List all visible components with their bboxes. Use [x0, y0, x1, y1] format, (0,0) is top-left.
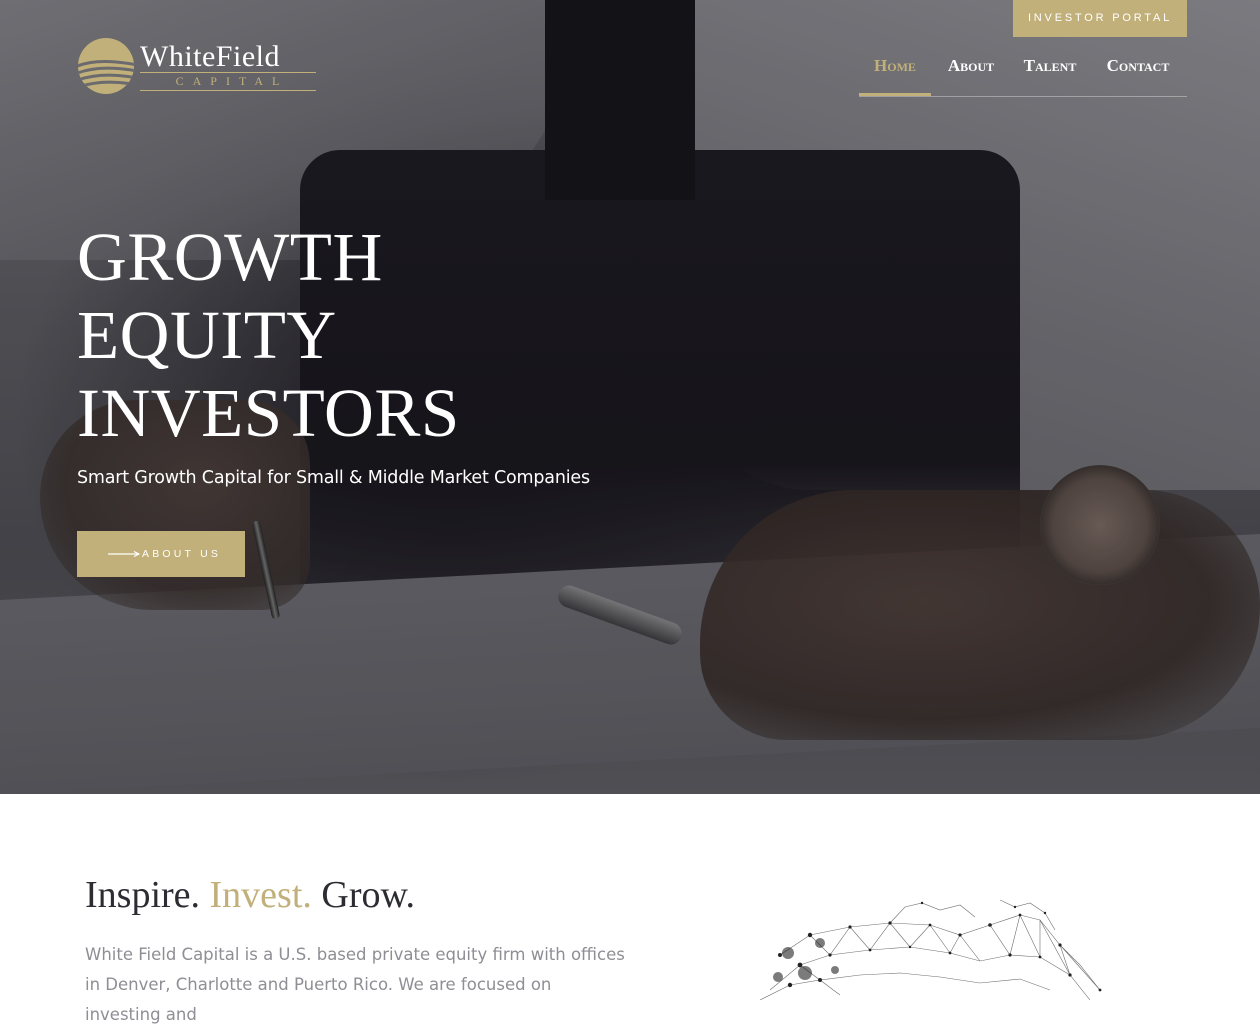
tagline-invest: Invest. — [209, 874, 312, 916]
hero-title-line: EQUITY — [77, 297, 337, 373]
tagline-grow: Grow. — [321, 874, 415, 916]
network-globe-graphic — [759, 899, 1102, 1000]
nav-item-contact[interactable]: Contact — [1103, 52, 1173, 96]
arrow-right-icon — [108, 551, 140, 557]
nav-item-home[interactable]: Home — [859, 52, 931, 96]
intro-body: White Field Capital is a U.S. based priv… — [85, 945, 625, 1024]
logo-subtitle: Capital — [140, 72, 316, 91]
site-logo[interactable]: WhiteField Capital — [77, 36, 322, 98]
investor-portal-button[interactable]: INVESTOR PORTAL — [1013, 0, 1187, 37]
tagline-inspire: Inspire. — [85, 874, 201, 916]
logo-emblem-icon — [78, 38, 134, 94]
hero-title-line: GROWTH — [77, 219, 383, 295]
main-nav: Home About Talent Contact — [859, 52, 1187, 97]
nav-item-talent[interactable]: Talent — [1022, 52, 1078, 96]
about-us-button[interactable]: ABOUT US — [77, 531, 245, 577]
hero-title: GROWTH EQUITY INVESTORS — [77, 218, 677, 452]
logo-wordmark: WhiteField — [140, 40, 280, 73]
about-us-label: ABOUT US — [142, 548, 222, 560]
nav-item-about[interactable]: About — [943, 52, 999, 96]
hero-subtitle: Smart Growth Capital for Small & Middle … — [77, 468, 590, 488]
intro-tagline: Inspire. Invest. Grow. — [85, 873, 415, 917]
hero-title-line: INVESTORS — [77, 375, 460, 451]
